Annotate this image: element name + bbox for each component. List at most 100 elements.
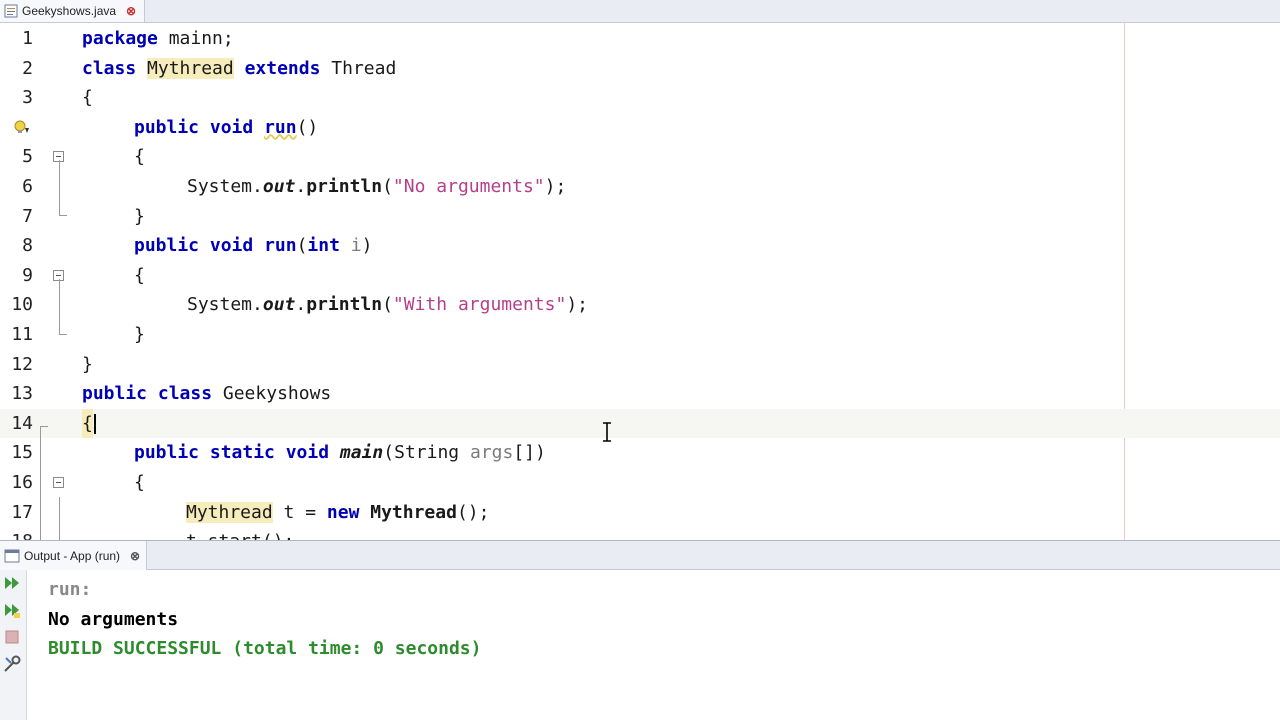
line-number: 2 [22, 57, 33, 79]
code-fragment: Thread [331, 57, 397, 79]
code-text: } [134, 205, 145, 227]
fold-guide-end [59, 334, 67, 335]
code-text: { [82, 87, 93, 109]
output-console[interactable]: run: No arguments BUILD SUCCESSFUL (tota… [27, 570, 1280, 720]
output-toolbar [0, 570, 27, 720]
code-text: public static void main(String args[]) [134, 438, 546, 468]
code-fragment: println [306, 176, 383, 197]
editor-tab-bar: Geekyshows.java ⊗ [0, 0, 1280, 23]
code-line-3: 3 { [0, 83, 1280, 113]
stop-icon[interactable] [2, 627, 22, 647]
matching-brace: { [82, 408, 93, 439]
code-fragment: Geekyshows [212, 383, 332, 405]
fold-guide [59, 160, 60, 216]
code-line-12: 12 } [0, 350, 1280, 380]
fold-guide [59, 279, 60, 335]
parameter: i [350, 235, 362, 257]
code-fragment: . [295, 176, 307, 197]
code-fragment: ( [382, 176, 393, 197]
line-number: 18 [0, 527, 33, 540]
line-number: 15 [11, 442, 33, 464]
output-tab-title: Output - App (run) [24, 548, 121, 563]
code-fragment: () [296, 116, 319, 138]
code-fragment: (); [456, 501, 490, 523]
keyword: public class [82, 383, 213, 405]
code-line-14-current: 14 { [0, 408, 1280, 439]
code-line-11: 11 } [0, 320, 1280, 350]
line-number: 1 [22, 28, 33, 49]
code-text: class Mythread extends Thread [82, 54, 396, 84]
code-fragment: ( [296, 235, 308, 257]
close-output-tab-icon[interactable]: ⊗ [130, 549, 140, 563]
line-number: 7 [22, 205, 33, 227]
code-line-18: 18 t.start(); [0, 527, 1280, 540]
code-fragment: t = [272, 501, 327, 523]
code-text: Mythread t = new Mythread(); [186, 498, 489, 528]
code-text: { [134, 264, 145, 286]
code-line-8: 8 public void run(int i) [0, 231, 1280, 261]
line-number: 8 [22, 235, 33, 257]
output-tab-bar: Output - App (run) ⊗ [0, 540, 1280, 570]
code-text: System.out.println("No arguments"); [187, 172, 566, 202]
line-number: 13 [11, 383, 33, 405]
string-literal: "With arguments" [392, 294, 567, 316]
class-name-highlight: Mythread [186, 501, 273, 523]
line-number: 5 [22, 146, 33, 168]
output-build-status: BUILD SUCCESSFUL (total time: 0 seconds) [48, 638, 482, 659]
tab-geekyshows-java[interactable]: Geekyshows.java ⊗ [0, 0, 146, 22]
code-text: System.out.println("With arguments"); [187, 290, 588, 320]
code-text: } [82, 353, 93, 375]
close-tab-icon[interactable]: ⊗ [126, 4, 136, 18]
line-number: 12 [11, 353, 33, 375]
tab-title: Geekyshows.java [22, 4, 117, 18]
fold-guide-start [40, 426, 48, 427]
line-number: 10 [11, 294, 33, 316]
line-number: 16 [11, 472, 33, 493]
keyword: extends [244, 57, 321, 79]
string-literal: "No arguments" [392, 176, 545, 197]
rerun-different-icon[interactable] [2, 600, 22, 620]
parameter: args [469, 442, 514, 464]
rerun-icon[interactable] [2, 573, 22, 593]
code-line-7: 7 } [0, 202, 1280, 232]
code-text: { [134, 472, 145, 493]
code-fragment: ); [544, 176, 567, 197]
fold-guide-end [59, 215, 67, 216]
code-line-9: 9 { [0, 261, 1280, 291]
code-text: t.start(); [186, 527, 294, 540]
code-fragment: System. [187, 294, 263, 316]
code-line-13: 13 public class Geekyshows [0, 379, 1280, 409]
code-fragment: System. [187, 176, 263, 197]
code-line-17: 17 Mythread t = new Mythread(); [0, 498, 1280, 528]
code-editor[interactable]: 1 package mainn; 2 class Mythread extend… [0, 23, 1280, 540]
code-text: { [134, 146, 145, 168]
keyword: int [307, 235, 340, 257]
code-line-10: 10 System.out.println("With arguments"); [0, 290, 1280, 320]
code-text: } [134, 324, 145, 345]
fold-icon[interactable] [53, 477, 64, 488]
tab-output-app-run[interactable]: Output - App (run) ⊗ [0, 541, 148, 570]
code-line-5: 5 { [0, 142, 1280, 172]
code-fragment: (String [383, 442, 470, 464]
fold-guide [59, 497, 60, 540]
code-fragment: out [262, 176, 296, 197]
class-name: Mythread [370, 501, 457, 523]
line-number: 3 [22, 87, 33, 109]
java-file-icon [4, 4, 18, 18]
code-text: public void run(int i) [134, 231, 372, 261]
code-fragment: ( [382, 294, 393, 316]
code-fragment: []) [513, 442, 546, 464]
line-number: 17 [11, 501, 33, 523]
line-number: 11 [11, 324, 33, 345]
bulb-warning-icon[interactable] [12, 119, 30, 137]
settings-icon[interactable] [2, 654, 22, 674]
method-name: main [339, 442, 384, 464]
code-text: public class Geekyshows [82, 379, 331, 409]
text-cursor-icon [603, 422, 611, 442]
text-caret [94, 413, 96, 434]
method-name: run [264, 235, 297, 257]
code-line-4: public void run() [0, 113, 1280, 143]
code-fragment: out [262, 294, 296, 316]
code-text: package mainn; [82, 24, 234, 54]
keyword: package [82, 28, 158, 49]
